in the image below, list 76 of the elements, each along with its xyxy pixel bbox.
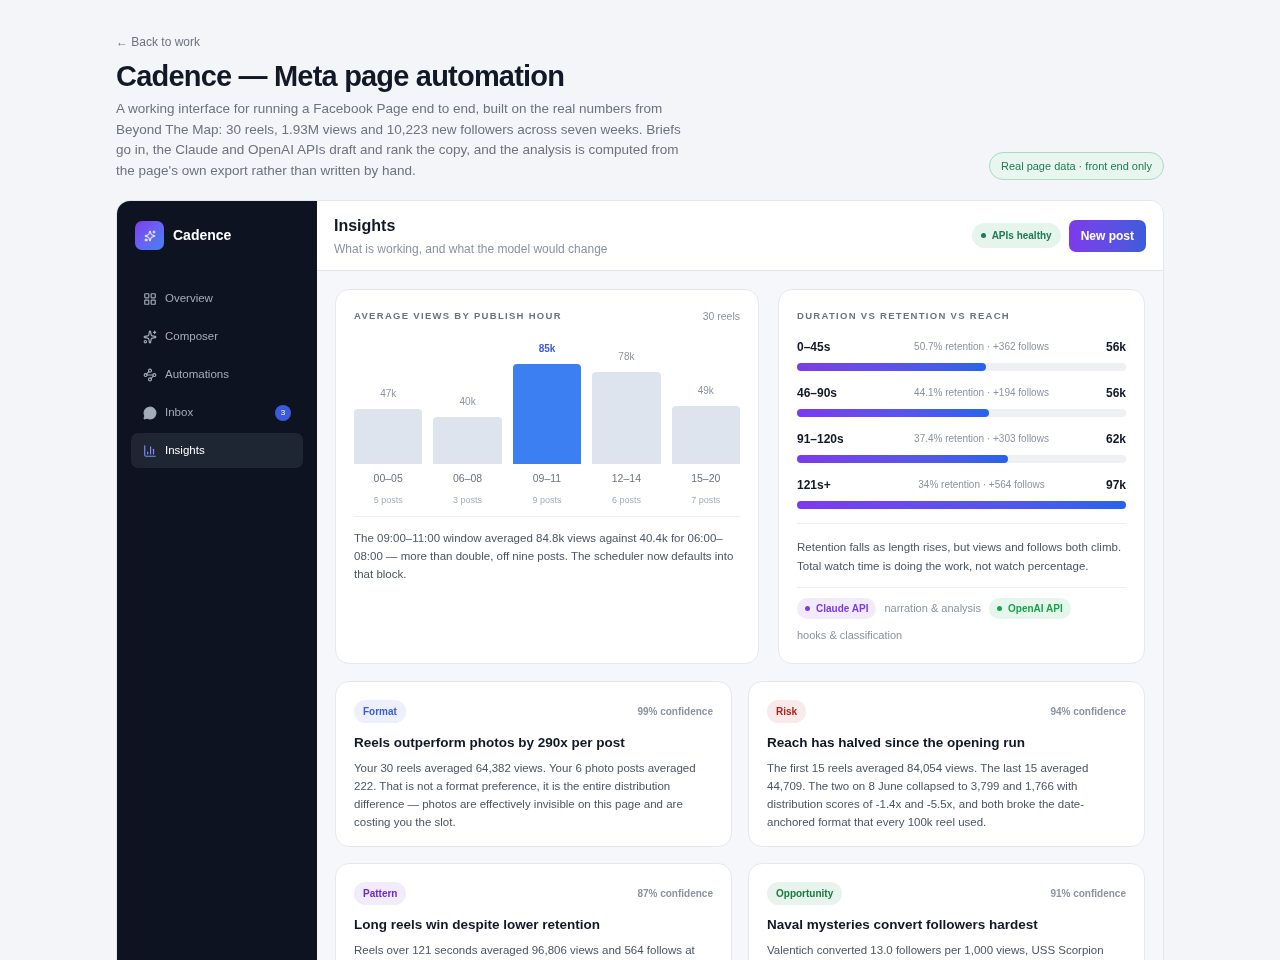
hour-label: 15–20 [691, 470, 721, 486]
status-badge: APIs healthy [971, 223, 1061, 249]
insight-title: Naval mysteries convert followers hardest [767, 916, 1039, 935]
duration-label: 121s+ [797, 476, 832, 494]
page-title: Cadence — Meta page automation [116, 59, 566, 94]
retention-detail: 50.7% retention · +362 follows [913, 340, 1050, 355]
api-role: hooks & classification [797, 627, 903, 643]
insight-body: Reels over 121 seconds averaged 96,806 views and 564 follows at [354, 942, 696, 958]
insight-title: Reels outperform photos by 290x per post [354, 734, 626, 753]
reach-value: 56k [1104, 384, 1126, 402]
nav-item[interactable]: Inbox 3 [131, 395, 303, 431]
post-count: 7 posts [691, 493, 721, 507]
duration-label: 91–120s [797, 430, 845, 448]
reach-value: 97k [1104, 476, 1126, 494]
insight-title: Long reels win despite lower retention [354, 916, 602, 935]
api-chip: Claude API [797, 597, 877, 619]
value-label: 40k [459, 394, 476, 409]
api-chip: OpenAI API [989, 597, 1071, 619]
section-subtitle: What is working, and what the model would change [334, 240, 608, 258]
nav-item[interactable]: Insights [131, 433, 303, 469]
value-label: 78k [618, 350, 635, 365]
nav-item[interactable]: Overview [131, 281, 303, 317]
category-tag: Pattern [354, 882, 407, 906]
logo-icon [135, 221, 164, 251]
value-label: 47k [380, 386, 397, 401]
hour-label: 00–05 [373, 470, 403, 486]
category-tag: Risk [767, 700, 807, 724]
post-count: 5 posts [373, 493, 403, 507]
count-badge: 3 [275, 404, 291, 421]
insight-title: Reach has halved since the opening run [767, 734, 1027, 753]
retention-detail: 37.4% retention · +303 follows [913, 432, 1050, 447]
category-tag: Opportunity [767, 882, 843, 906]
card-heading: AVERAGE VIEWS BY PUBLISH HOUR [354, 309, 562, 324]
sparkle-icon [143, 329, 157, 344]
grid-icon [143, 291, 157, 306]
hour-label: 12–14 [611, 470, 641, 486]
info-pill: Real page data · front end only [988, 151, 1164, 181]
duration-note: Retention falls as length rises, but views and follows both climb. Total watch time is doing the work, not watch percentage. [797, 539, 1123, 574]
value-label: 49k [697, 384, 714, 399]
hour-label: 09–11 [532, 470, 562, 486]
duration-label: 0–45s [797, 338, 832, 356]
section-title: Insights [334, 215, 397, 236]
new-post-button[interactable]: New post [1068, 219, 1146, 252]
post-count: 3 posts [453, 493, 483, 507]
back-link[interactable]: ← Back to work [116, 35, 201, 49]
bar-chart-icon [143, 443, 157, 458]
insight-body: The first 15 reels averaged 84,054 views. The last 15 averaged 44,709. The two on 8 June collapsed to 3,799 and 1,766 with distribution scores of -1.4x and -5.5x, and both broke the date-anchored format that every 100k reel used. [767, 760, 1090, 830]
route-icon [143, 367, 157, 382]
value-label: 85k [538, 341, 556, 356]
hour-label: 06–08 [453, 470, 483, 486]
reach-value: 62k [1104, 430, 1126, 448]
insight-body: Valentich converted 13.0 followers per 1,000 views, USS Scorpion [767, 942, 1105, 958]
post-count: 6 posts [611, 493, 641, 507]
retention-detail: 44.1% retention · +194 follows [913, 386, 1050, 401]
insight-body: Your 30 reels averaged 64,382 views. Your 6 photo posts averaged 222. That is not a format preference, it is the entire distribution difference — photos are effectively invisible on this page and are costing you the slot. [354, 760, 697, 830]
confidence-label: 91% confidence [1050, 887, 1126, 902]
bar [671, 406, 740, 464]
confidence-label: 94% confidence [1050, 705, 1126, 720]
card-heading: DURATION VS RETENTION VS REACH [797, 309, 1011, 324]
chart-note: The 09:00–11:00 window averaged 84.8k views against 40.4k for 06:00–08:00 — more than double, off nine posts. The scheduler now defaults into that block. [354, 531, 735, 583]
api-role: narration & analysis [884, 600, 982, 616]
duration-label: 46–90s [797, 384, 839, 402]
brand-name: Cadence [173, 226, 232, 246]
nav-item[interactable]: Automations [131, 357, 303, 393]
reel-count: 30 reels [702, 309, 740, 325]
confidence-label: 87% confidence [637, 887, 713, 902]
bar [433, 416, 502, 464]
reach-value: 56k [1104, 338, 1126, 356]
nav-item[interactable]: Composer [131, 319, 303, 355]
confidence-label: 99% confidence [637, 705, 713, 720]
retention-detail: 34% retention · +564 follows [917, 478, 1046, 493]
bar [354, 408, 423, 464]
post-count: 9 posts [532, 493, 562, 507]
category-tag: Format [354, 700, 406, 724]
intro-paragraph: A working interface for running a Facebook Page end to end, built on the real numbers from Beyond The Map: 30 reels, 1.93M views and 10,223 new followers across seven weeks. Briefs go in, the Claude and OpenAI APIs draft and rank the copy, and the analysis is computed from the page's own export rather than written by hand. [116, 100, 682, 180]
chat-bubble-icon [143, 405, 157, 420]
